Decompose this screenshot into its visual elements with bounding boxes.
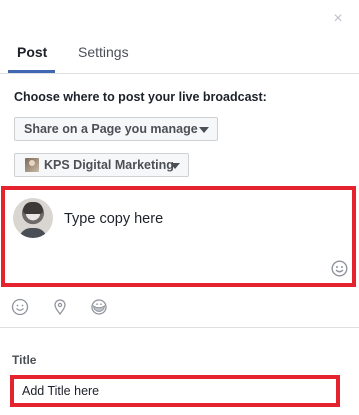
post-composer[interactable]: Type copy here	[1, 186, 356, 287]
share-destination-label: Share on a Page you manage	[24, 122, 198, 136]
chevron-down-icon	[170, 163, 180, 169]
share-destination-dropdown[interactable]: Share on a Page you manage	[14, 117, 218, 141]
tab-bar: Post Settings	[0, 30, 359, 74]
tab-settings[interactable]: Settings	[78, 44, 129, 60]
title-label: Title	[12, 353, 37, 367]
emoji-icon[interactable]	[331, 260, 348, 277]
live-broadcast-panel: × Post Settings Choose where to post you…	[0, 0, 359, 415]
choose-destination-label: Choose where to post your live broadcast…	[14, 90, 267, 104]
sticker-icon[interactable]	[90, 298, 108, 316]
smile-icon[interactable]	[11, 298, 29, 316]
tab-post[interactable]: Post	[17, 44, 47, 60]
active-tab-indicator	[8, 70, 55, 73]
composer-placeholder[interactable]: Type copy here	[64, 211, 163, 227]
page-select-label: KPS Digital Marketing	[44, 158, 174, 172]
close-icon[interactable]: ×	[329, 10, 347, 28]
chevron-down-icon	[199, 127, 209, 133]
location-pin-icon[interactable]	[51, 298, 69, 316]
avatar	[13, 198, 53, 238]
page-avatar	[25, 157, 39, 172]
page-select-dropdown[interactable]: KPS Digital Marketing	[14, 153, 189, 177]
title-input[interactable]	[10, 375, 340, 407]
section-divider	[0, 327, 359, 328]
composer-tools	[0, 293, 359, 323]
